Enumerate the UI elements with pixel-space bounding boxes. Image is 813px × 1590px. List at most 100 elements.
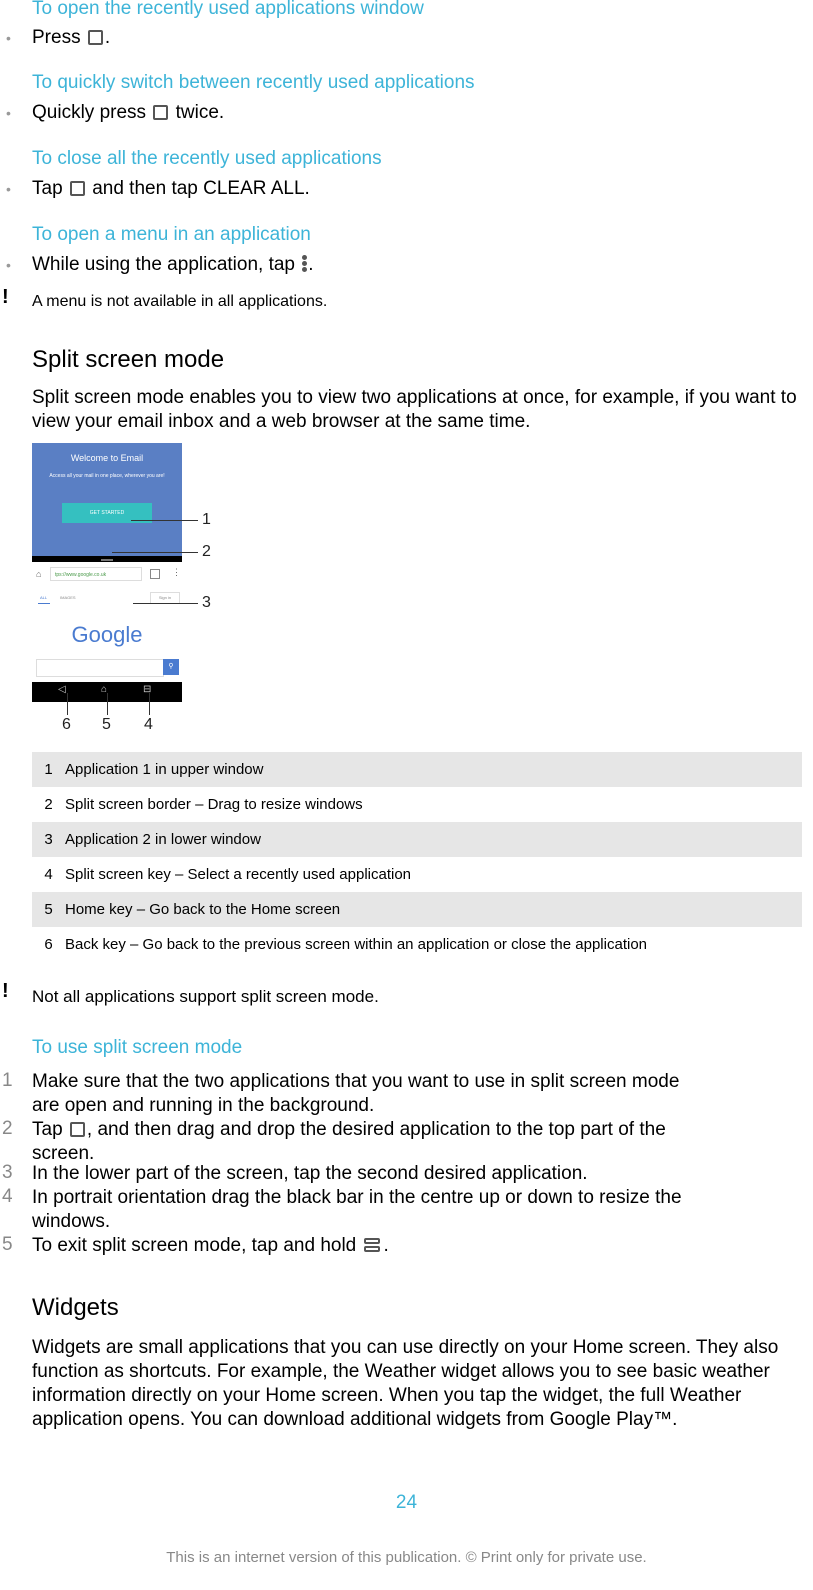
bullet: • — [6, 105, 11, 121]
overflow-icon: ⋮ — [172, 567, 181, 577]
step-text: Make sure that the two applications that… — [32, 1071, 680, 1092]
step-item: In portrait orientation drag the black b… — [32, 1186, 762, 1234]
email-subtitle: Access all your mail in one place, where… — [49, 473, 165, 479]
section-heading: Widgets — [32, 1294, 119, 1321]
table-row: 4 Split screen key – Select a recently us… — [32, 857, 802, 892]
step-number: 4 — [2, 1186, 13, 1207]
step-text: and then tap — [92, 178, 198, 199]
email-app-window: Welcome to Email Access all your mail in… — [32, 443, 182, 556]
procedure-step: While using the application, tap . — [32, 254, 314, 276]
legend-number: 6 — [44, 936, 53, 953]
recent-apps-icon — [69, 181, 85, 196]
step-item: To exit split screen mode, tap and hold … — [32, 1234, 762, 1258]
callout-line — [107, 693, 108, 715]
step-text: In the lower part of the screen, tap the… — [32, 1163, 588, 1184]
step-text: . — [104, 27, 111, 48]
legend-text: Application 2 in lower window — [65, 831, 261, 848]
step-item: Tap , and then drag and drop the desired… — [32, 1118, 762, 1166]
note-text: Not all applications support split scree… — [32, 987, 379, 1006]
step-text: To exit split screen mode, tap and hold — [32, 1235, 357, 1256]
procedure-title: To open a menu in an application — [32, 224, 311, 245]
legend-text: Back key – Go back to the previous scree… — [65, 936, 647, 953]
tabs-icon — [150, 569, 160, 579]
legend-text: Split screen border – Drag to resize win… — [65, 796, 363, 813]
split-screen-key-icon — [363, 1238, 382, 1254]
legend-number: 2 — [44, 796, 53, 813]
legend-number: 3 — [44, 831, 53, 848]
note-icon: ! — [2, 980, 9, 1002]
procedure-step: Quickly press twice. — [32, 102, 224, 124]
bullet: • — [6, 30, 11, 46]
split-screen-figure: Welcome to Email Access all your mail in… — [32, 443, 182, 703]
callout-line — [67, 693, 68, 715]
legend-number: 1 — [44, 761, 53, 778]
note-icon: ! — [2, 286, 9, 308]
step-text: . — [308, 254, 314, 275]
widgets-paragraph: Widgets are small applications that you … — [32, 1337, 779, 1430]
step-text: . — [304, 178, 310, 199]
legend-number: 5 — [44, 901, 53, 918]
callout-line — [112, 552, 198, 553]
note-text: A menu is not available in all applicati… — [32, 293, 328, 310]
split-handle[interactable] — [101, 559, 113, 561]
step-text: Tap — [32, 1119, 63, 1140]
legend-text: Application 1 in upper window — [65, 761, 264, 778]
table-row: 3 Application 2 in lower window — [32, 822, 802, 857]
section-intro: Split screen mode enables you to view tw… — [32, 387, 797, 432]
procedure-title: To use split screen mode — [32, 1037, 243, 1058]
menu-dots-icon — [301, 255, 308, 273]
callout-line — [149, 693, 150, 715]
step-text: While using the application, tap — [32, 254, 295, 275]
bullet: • — [6, 257, 11, 273]
browser-app-window: ⌂ tps://www.google.co.uk ⋮ ALL IMAGES Si… — [32, 562, 182, 682]
tab-images: IMAGES — [60, 595, 76, 600]
callout-label: 2 — [202, 543, 211, 560]
step-item: Make sure that the two applications that… — [32, 1070, 762, 1118]
email-title: Welcome to Email — [70, 453, 144, 463]
legend-text: Home key – Go back to the Home screen — [65, 901, 341, 918]
procedure-step: Tap and then tap CLEAR ALL. — [32, 178, 310, 200]
step-number: 1 — [2, 1070, 13, 1091]
table-row: 6 Back key – Go back to the previous scre… — [32, 927, 802, 962]
step-text: , and then drag and drop the desired app… — [86, 1119, 666, 1140]
step-text: In portrait orientation drag the black b… — [32, 1187, 682, 1208]
callout-label: 5 — [102, 716, 111, 733]
search-box[interactable] — [36, 659, 164, 677]
step-number: 3 — [2, 1162, 13, 1183]
search-icon[interactable]: ⚲ — [163, 659, 179, 675]
step-text: twice. — [175, 102, 225, 123]
callout-line — [133, 603, 198, 604]
step-item: In the lower part of the screen, tap the… — [32, 1162, 762, 1186]
step-text: are open and running in the background. — [32, 1095, 375, 1116]
recent-apps-icon — [69, 1122, 85, 1137]
step-text: windows. — [32, 1211, 111, 1232]
step-text: Press — [32, 27, 81, 48]
url-bar[interactable]: tps://www.google.co.uk — [50, 567, 142, 581]
page-number: 24 — [395, 1492, 418, 1513]
google-logo: Google — [71, 622, 143, 647]
callout-label: 3 — [202, 594, 211, 611]
callout-label: 6 — [62, 716, 71, 733]
table-row: 1 Application 1 in upper window — [32, 752, 802, 787]
legend-number: 4 — [44, 866, 53, 883]
legend-table: 1 Application 1 in upper window 2 Split sc… — [32, 752, 802, 962]
procedure-title: To open the recently used applications w… — [32, 0, 424, 19]
home-icon: ⌂ — [36, 569, 42, 579]
tab-all: ALL — [40, 595, 48, 600]
callout-line — [131, 520, 198, 521]
callout-label: 1 — [202, 511, 211, 528]
tab-underline — [38, 603, 50, 604]
step-text: Quickly press — [32, 102, 147, 123]
back-key-icon[interactable]: ◁ — [58, 684, 66, 695]
recent-apps-icon — [87, 30, 103, 45]
step-number: 2 — [2, 1118, 13, 1139]
table-row: 5 Home key – Go back to the Home screen — [32, 892, 802, 927]
step-number: 5 — [2, 1234, 13, 1255]
procedure-step: Press . — [32, 27, 110, 49]
legend-text: Split screen key – Select a recently use… — [65, 866, 412, 883]
step-text: Tap — [32, 178, 63, 199]
clear-all-label: CLEAR ALL — [203, 178, 305, 199]
footer-note: This is an internet version of this publ… — [166, 1549, 647, 1566]
bullet: • — [6, 181, 11, 197]
split-screen-key-icon[interactable]: ⊟ — [143, 684, 151, 695]
